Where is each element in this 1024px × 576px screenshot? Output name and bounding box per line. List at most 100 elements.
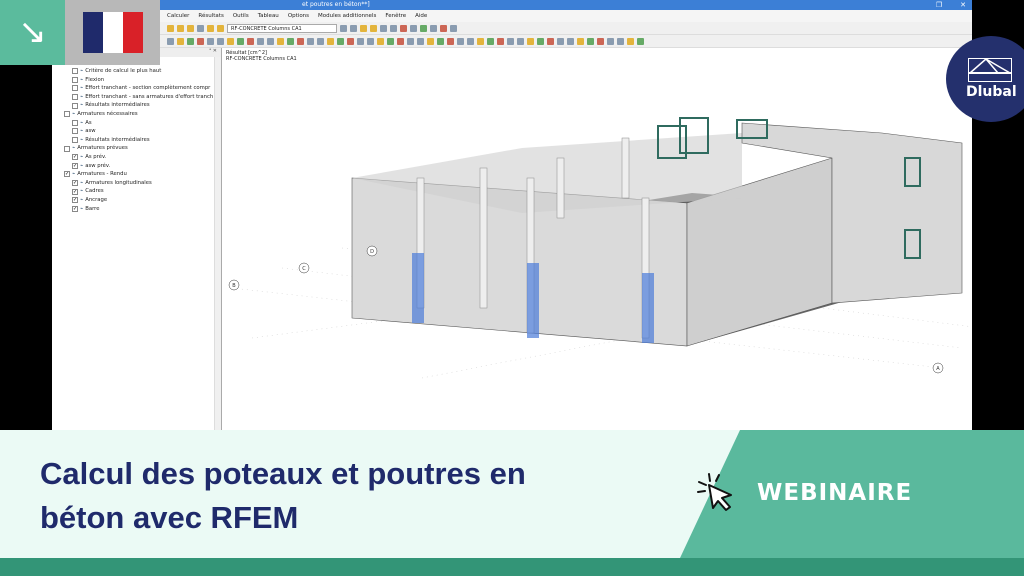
tool-icon[interactable]	[410, 24, 417, 32]
tool-icon[interactable]	[407, 37, 414, 45]
tool-icon[interactable]	[527, 37, 534, 45]
checkbox[interactable]	[72, 119, 78, 126]
tree-item[interactable]: ⌁ Résultats intermédiaires	[52, 101, 221, 110]
tool-icon[interactable]	[177, 24, 184, 32]
checkbox[interactable]	[72, 205, 78, 212]
checkbox[interactable]	[64, 145, 70, 152]
tree-item[interactable]: ⌁Armatures longitudinales	[52, 179, 221, 188]
checkbox[interactable]	[72, 68, 78, 75]
menu-item[interactable]: Aide	[415, 10, 427, 22]
tree-item[interactable]: ⌁ asw	[52, 127, 221, 136]
tool-icon[interactable]	[347, 37, 354, 45]
tool-icon[interactable]	[197, 37, 204, 45]
tool-icon[interactable]	[377, 37, 384, 45]
tree-item[interactable]: ⌁ Effort tranchant - section complètement…	[52, 84, 221, 93]
tool-icon[interactable]	[247, 37, 254, 45]
tool-icon[interactable]	[457, 37, 464, 45]
tool-icon[interactable]	[440, 24, 447, 32]
checkbox[interactable]	[72, 180, 78, 187]
tool-icon[interactable]	[217, 37, 224, 45]
checkbox[interactable]	[72, 137, 78, 144]
tool-icon[interactable]	[360, 24, 367, 32]
tool-icon[interactable]	[387, 37, 394, 45]
tool-icon[interactable]	[400, 24, 407, 32]
tool-icon[interactable]	[537, 37, 544, 45]
tool-icon[interactable]	[637, 37, 644, 45]
tool-icon[interactable]	[587, 37, 594, 45]
tool-icon[interactable]	[207, 24, 214, 32]
tree-item[interactable]: ⌁asw prév.	[52, 162, 221, 171]
tool-icon[interactable]	[577, 37, 584, 45]
checkbox[interactable]	[72, 128, 78, 135]
tool-icon[interactable]	[237, 37, 244, 45]
tool-icon[interactable]	[617, 37, 624, 45]
tool-icon[interactable]	[207, 37, 214, 45]
tree-item[interactable]: ⌁ As	[52, 119, 221, 128]
tool-icon[interactable]	[350, 24, 357, 32]
tool-icon[interactable]	[177, 37, 184, 45]
checkbox[interactable]	[64, 171, 70, 178]
tool-icon[interactable]	[287, 37, 294, 45]
tree-item[interactable]: ⌁Ancrage	[52, 196, 221, 205]
tool-icon[interactable]	[437, 37, 444, 45]
tree-item[interactable]: ⌁ Effort tranchant - sans armatures d'eff…	[52, 93, 221, 102]
tool-icon[interactable]	[497, 37, 504, 45]
tree-item[interactable]: ⌁ Résultats intermédiaires	[52, 136, 221, 145]
model-viewport[interactable]: Résultat [cm^2] RF-CONCRETE Columns CA1 A…	[222, 48, 983, 430]
tool-icon[interactable]	[227, 37, 234, 45]
tree-item[interactable]: ⌁Cadres	[52, 187, 221, 196]
tool-icon[interactable]	[427, 37, 434, 45]
menu-item[interactable]: Outils	[233, 10, 249, 22]
tool-icon[interactable]	[417, 37, 424, 45]
restore-button[interactable]: ❐	[936, 0, 942, 10]
tool-icon[interactable]	[517, 37, 524, 45]
tool-icon[interactable]	[187, 37, 194, 45]
tool-icon[interactable]	[487, 37, 494, 45]
checkbox[interactable]	[72, 76, 78, 83]
checkbox[interactable]	[72, 94, 78, 101]
tool-icon[interactable]	[557, 37, 564, 45]
tool-icon[interactable]	[297, 37, 304, 45]
tool-icon[interactable]	[477, 37, 484, 45]
load-case-select[interactable]: RF-CONCRETE Columns CA1	[227, 23, 337, 33]
tool-icon[interactable]	[380, 24, 387, 32]
tool-icon[interactable]	[327, 37, 334, 45]
tool-icon[interactable]	[307, 37, 314, 45]
tool-icon[interactable]	[217, 24, 224, 32]
checkbox[interactable]	[72, 154, 78, 161]
checkbox[interactable]	[72, 85, 78, 92]
tree-item[interactable]: ⌁ Flexion	[52, 76, 221, 85]
menu-item[interactable]: Options	[288, 10, 309, 22]
tool-icon[interactable]	[420, 24, 427, 32]
tool-icon[interactable]	[597, 37, 604, 45]
panel-scrollbar[interactable]	[214, 57, 221, 430]
menu-item[interactable]: Résultats	[198, 10, 223, 22]
tool-icon[interactable]	[370, 24, 377, 32]
close-button[interactable]: ✕	[960, 0, 966, 10]
tool-icon[interactable]	[390, 24, 397, 32]
tool-icon[interactable]	[257, 37, 264, 45]
tool-icon[interactable]	[627, 37, 634, 45]
checkbox[interactable]	[72, 188, 78, 195]
tool-icon[interactable]	[167, 37, 174, 45]
tool-icon[interactable]	[367, 37, 374, 45]
tool-icon[interactable]	[340, 24, 347, 32]
checkbox[interactable]	[72, 162, 78, 169]
tool-icon[interactable]	[547, 37, 554, 45]
menu-item[interactable]: Modules additionnels	[318, 10, 376, 22]
tool-icon[interactable]	[567, 37, 574, 45]
tool-icon[interactable]	[507, 37, 514, 45]
tree-item[interactable]: ⌁As prév.	[52, 153, 221, 162]
tool-icon[interactable]	[430, 24, 437, 32]
tool-icon[interactable]	[197, 24, 204, 32]
tree-item[interactable]: ⌁ Armatures nécessaires	[52, 110, 221, 119]
tool-icon[interactable]	[607, 37, 614, 45]
tool-icon[interactable]	[467, 37, 474, 45]
tool-icon[interactable]	[337, 37, 344, 45]
tool-icon[interactable]	[397, 37, 404, 45]
menu-item[interactable]: Tableau	[258, 10, 279, 22]
tool-icon[interactable]	[167, 24, 174, 32]
tool-icon[interactable]	[267, 37, 274, 45]
checkbox[interactable]	[64, 111, 70, 118]
menu-item[interactable]: Fenêtre	[385, 10, 406, 22]
